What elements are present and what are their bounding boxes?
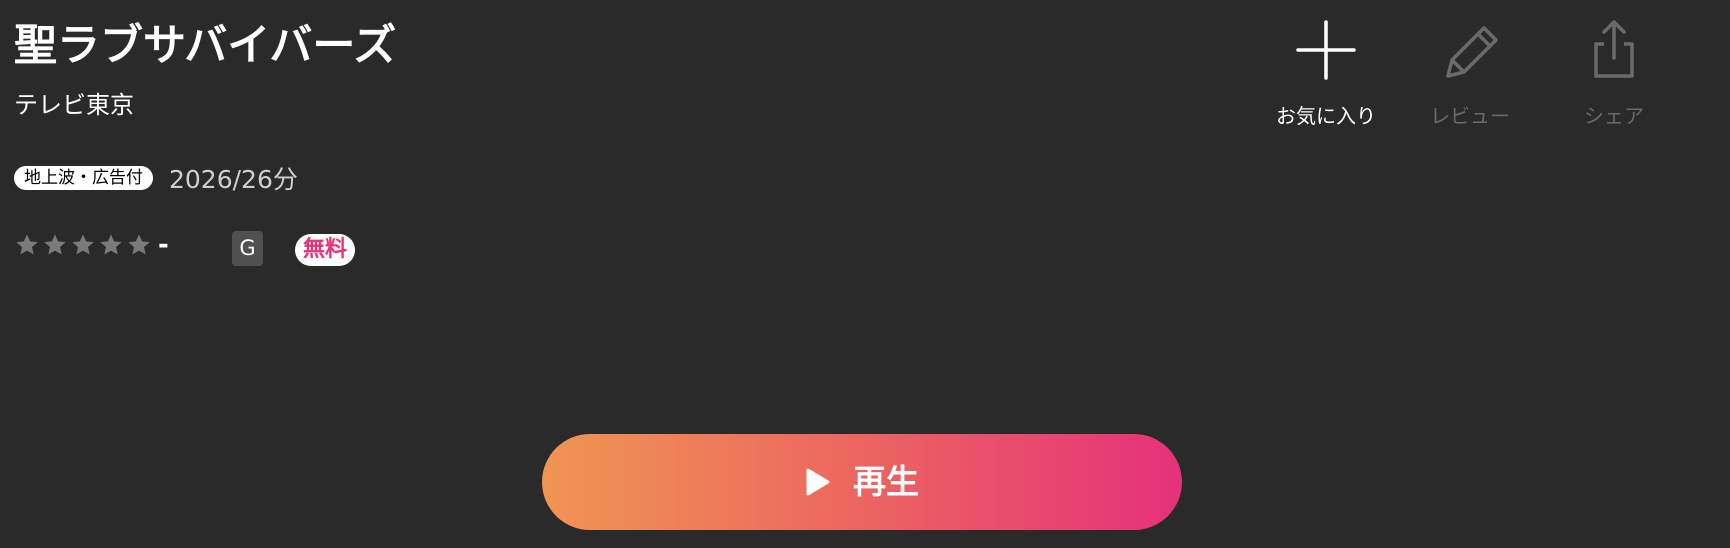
share-label: シェア [1584, 104, 1644, 128]
free-badge: 無料 [295, 234, 355, 266]
age-rating-badge: G [232, 231, 263, 266]
channel-name: テレビ東京 [14, 91, 134, 119]
star-icon [14, 232, 40, 258]
favorite-button[interactable]: お気に入り [1261, 18, 1391, 138]
year-duration: 2026/26分 [169, 165, 298, 194]
share-icon [1582, 18, 1646, 82]
pencil-icon [1438, 18, 1502, 82]
program-title: 聖ラブサバイバーズ [14, 21, 397, 71]
rating-value: - [158, 230, 169, 260]
meta-row: 地上波・広告付 2026/26分 [14, 160, 298, 196]
review-label: レビュー [1430, 104, 1510, 128]
star-icon [42, 232, 68, 258]
broadcast-badge: 地上波・広告付 [14, 166, 153, 190]
star-icon [98, 232, 124, 258]
play-icon [805, 468, 831, 496]
play-label: 再生 [853, 462, 919, 501]
star-rating[interactable]: - [14, 230, 169, 260]
share-button[interactable]: シェア [1549, 18, 1679, 138]
review-button[interactable]: レビュー [1405, 18, 1535, 138]
star-icon [126, 232, 152, 258]
star-icon [70, 232, 96, 258]
plus-icon [1294, 18, 1358, 82]
favorite-label: お気に入り [1276, 104, 1376, 128]
play-button[interactable]: 再生 [542, 434, 1182, 530]
